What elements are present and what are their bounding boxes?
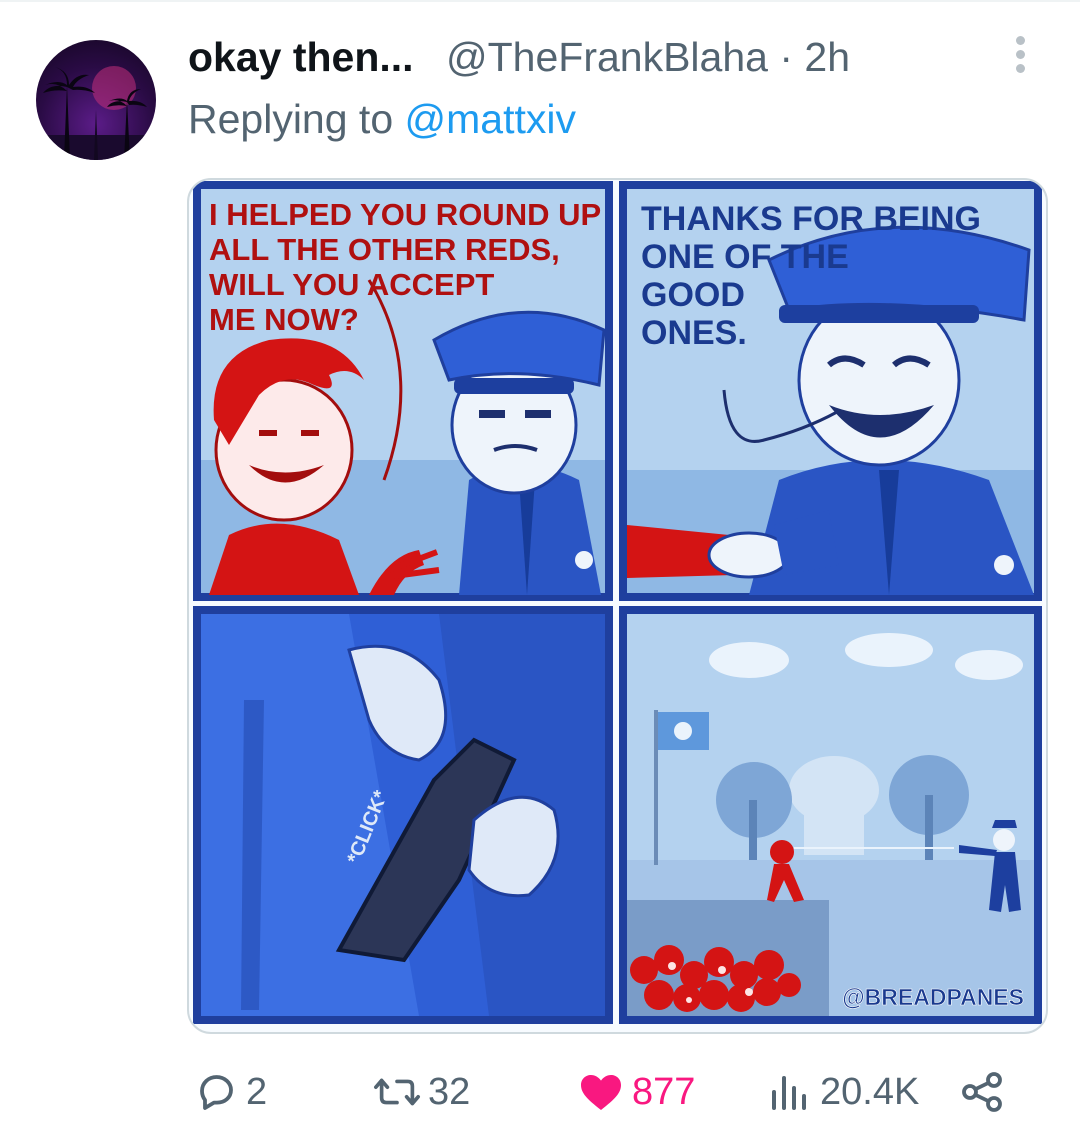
panel1-text-line3: WILL YOU ACCEPT bbox=[209, 267, 494, 302]
tweet-image[interactable]: I HELPED YOU ROUND UP ALL THE OTHER REDS… bbox=[187, 178, 1048, 1034]
panel2-text-line4: ONES. bbox=[641, 314, 747, 352]
panel1-text-line1: I HELPED YOU ROUND UP bbox=[209, 197, 601, 232]
panel2-text-line2: ONE OF THE bbox=[641, 238, 849, 276]
like-count: 877 bbox=[632, 1070, 696, 1113]
replying-to: Replying to @mattxiv bbox=[188, 96, 576, 143]
comic-panel-3: *CLICK* bbox=[193, 606, 613, 1024]
handle-time[interactable]: @TheFrankBlaha · 2h bbox=[446, 34, 850, 81]
views-icon bbox=[772, 1076, 806, 1110]
display-name[interactable]: okay then... bbox=[188, 34, 414, 81]
comic-panel-2: THANKS FOR BEING ONE OF THE GOOD ONES. bbox=[619, 181, 1042, 601]
user-handle[interactable]: @TheFrankBlaha bbox=[446, 34, 768, 80]
replying-prefix: Replying to bbox=[188, 96, 394, 142]
repost-button[interactable]: 32 bbox=[372, 1060, 470, 1124]
reply-icon bbox=[200, 1075, 233, 1110]
timestamp[interactable]: · 2h bbox=[779, 34, 850, 80]
panel2-text-line3: GOOD bbox=[641, 276, 745, 314]
view-count: 20.4K bbox=[820, 1070, 920, 1113]
reply-mention-link[interactable]: @mattxiv bbox=[405, 96, 576, 142]
more-icon[interactable] bbox=[1006, 36, 1034, 80]
avatar[interactable] bbox=[36, 40, 156, 160]
comic-panel-1: I HELPED YOU ROUND UP ALL THE OTHER REDS… bbox=[193, 181, 613, 601]
panel1-text-line4: ME NOW? bbox=[209, 302, 359, 337]
comic-credit: @BREADPANES bbox=[842, 984, 1024, 1010]
heart-icon bbox=[581, 1075, 621, 1110]
panel2-text-line1: THANKS FOR BEING bbox=[641, 200, 981, 238]
panel1-text-line2: ALL THE OTHER REDS, bbox=[209, 232, 560, 267]
reply-button[interactable]: 2 bbox=[192, 1060, 267, 1124]
views-button[interactable]: 20.4K bbox=[766, 1060, 919, 1124]
repost-icon bbox=[374, 1078, 420, 1106]
reply-count: 2 bbox=[246, 1070, 268, 1113]
share-icon bbox=[962, 1072, 1002, 1112]
repost-count: 32 bbox=[428, 1070, 471, 1113]
top-divider bbox=[0, 0, 1080, 2]
share-button[interactable] bbox=[958, 1060, 1012, 1124]
comic-panel-4: @BREADPANES bbox=[619, 606, 1042, 1024]
like-button[interactable]: 877 bbox=[576, 1060, 695, 1124]
tweet-actions: 2 32 877 20.4K bbox=[0, 1060, 1080, 1130]
